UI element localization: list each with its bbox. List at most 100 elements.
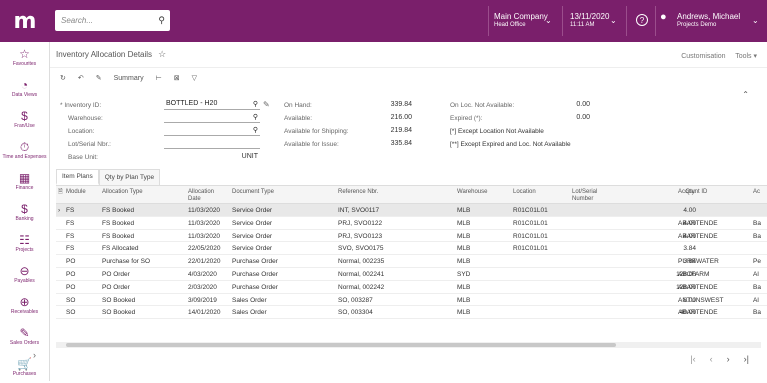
expired-value: 0.00 <box>576 114 590 121</box>
table-row[interactable]: SO SO Booked 14/01/2020 Sales Order SO, 0033… <box>56 306 767 320</box>
grid-header: 🗎 Module Allocation Type Allocation Date… <box>56 186 767 204</box>
table-row[interactable]: FS FS Booked 11/03/2020 Service Order PRJ, S… <box>56 217 767 230</box>
chevron-down-icon[interactable]: ⌄ <box>610 16 617 25</box>
favourite-star-icon[interactable]: ☆ <box>158 49 166 60</box>
allocation-grid: 🗎 Module Allocation Type Allocation Date… <box>56 185 767 342</box>
chevron-down-icon[interactable]: ⌄ <box>752 16 759 25</box>
table-cell: INT, SVO0117 <box>338 207 380 214</box>
customisation-link[interactable]: Customisation <box>681 53 725 60</box>
table-row[interactable]: SO SO Booked 3/09/2019 Sales Order SO, 00328… <box>56 294 767 307</box>
first-page-button[interactable]: |‹ <box>690 354 695 364</box>
sidebar-item-label: Favourites <box>12 61 37 67</box>
scrollbar-thumb[interactable] <box>66 343 616 347</box>
sidebar-item-payables[interactable]: ⊖ Payables <box>0 259 49 290</box>
available-shipping-value: 219.84 <box>390 127 412 134</box>
table-row[interactable]: PO PO Order 2/03/2020 Purchase Order Normal,… <box>56 281 767 294</box>
pencil-icon[interactable]: ✎ <box>96 74 102 82</box>
table-cell: R01C01L01 <box>513 232 548 240</box>
table-cell: ABARTENDE <box>678 232 718 240</box>
col-lot-serial[interactable]: Lot/Serial Number <box>572 189 612 203</box>
summary-button[interactable]: Summary <box>114 75 144 82</box>
table-cell: ANTUNSWEST <box>678 296 724 304</box>
help-icon[interactable]: ? <box>636 14 648 26</box>
inventory-id-field[interactable]: BOTTLED - H20 ⚲ <box>164 100 260 110</box>
table-cell: SYD <box>457 270 471 278</box>
filter-icon[interactable]: ▽ <box>192 74 197 82</box>
edit-inventory-icon[interactable]: ✎ <box>263 100 270 109</box>
table-cell: Sales Order <box>232 309 267 317</box>
warehouse-field[interactable]: ⚲ <box>164 113 260 123</box>
table-cell: Purchase Order <box>232 270 278 278</box>
search-icon[interactable]: ⚲ <box>253 100 258 108</box>
company-selector[interactable]: Main Company Head Office <box>494 12 548 30</box>
table-cell: Al <box>753 296 759 304</box>
tools-menu[interactable]: Tools ▾ <box>735 53 757 60</box>
sidebar-item-time-expenses[interactable]: ⏱ Time and Expenses <box>0 135 49 166</box>
table-cell: MLB <box>457 207 471 214</box>
tab-item-plans[interactable]: Item Plans <box>56 169 99 185</box>
table-cell: 14/01/2020 <box>188 309 221 317</box>
table-cell: ABARTENDE <box>678 309 718 317</box>
table-row[interactable]: › FS FS Booked 11/03/2020 Service Order INT, … <box>56 204 767 217</box>
business-time: 11:11 AM <box>570 22 595 28</box>
prev-page-button[interactable]: ‹ <box>710 354 713 364</box>
sidebar-item-projects[interactable]: ☷ Projects <box>0 228 49 259</box>
app-logo[interactable]: m <box>0 0 50 42</box>
table-cell: SO <box>66 296 76 304</box>
search-icon[interactable]: ⚲ <box>158 15 165 26</box>
sidebar-item-receivables[interactable]: ⊕ Receivables <box>0 290 49 321</box>
search-icon[interactable]: ⚲ <box>253 126 258 134</box>
search-input[interactable]: Search... ⚲ <box>55 10 170 31</box>
col-allocation-date[interactable]: Allocation Date <box>188 189 218 203</box>
sidebar-item-sales-orders[interactable]: ✎ Sales Orders <box>0 321 49 352</box>
available-issue-label: Available for Issue: <box>284 141 339 148</box>
table-row[interactable]: FS FS Allocated 22/05/2020 Service Order SVO… <box>56 242 767 256</box>
page-title: Inventory Allocation Details <box>56 50 153 59</box>
sidebar-item-purchases[interactable]: 🛒 Purchases <box>0 352 49 383</box>
col-allocation-type[interactable]: Allocation Type <box>102 189 143 196</box>
col-account-id[interactable]: Account ID <box>678 189 707 196</box>
sidebar-collapse-button[interactable]: › <box>33 350 36 360</box>
available-shipping-label: Available for Shipping: <box>284 128 349 135</box>
undo-icon[interactable]: ↶ <box>78 74 84 82</box>
row-selector-icon[interactable]: › <box>58 207 60 214</box>
refresh-icon[interactable]: ↻ <box>60 74 66 82</box>
col-ac[interactable]: Ac <box>753 189 760 196</box>
table-cell: Ba <box>753 309 761 317</box>
sidebar-item-label: Data Views <box>11 92 38 98</box>
table-cell: R01C01L01 <box>513 207 548 214</box>
col-reference-nbr[interactable]: Reference Nbr. <box>338 189 378 196</box>
next-page-button[interactable]: › <box>727 354 730 364</box>
horizontal-scrollbar[interactable] <box>56 342 761 348</box>
user-menu[interactable]: Andrews, Michael Projects Demo <box>677 12 740 30</box>
sidebar-item-finance[interactable]: ▦ Finance <box>0 166 49 197</box>
table-row[interactable]: PO PO Order 4/03/2020 Purchase Order Normal,… <box>56 268 767 281</box>
available-label: Available: <box>284 115 313 122</box>
table-row[interactable]: PO Purchase for SO 22/01/2020 Purchase Orde… <box>56 255 767 268</box>
sidebar-item-banking[interactable]: $ Banking <box>0 197 49 228</box>
col-location[interactable]: Location <box>513 189 536 196</box>
col-warehouse[interactable]: Warehouse <box>457 189 487 196</box>
col-document-type[interactable]: Document Type <box>232 189 274 196</box>
sidebar-item-favourites[interactable]: ☆ Favourites <box>0 42 49 73</box>
sidebar-item-fran-use[interactable]: $ Fran/Use <box>0 104 49 135</box>
export-excel-icon[interactable]: ⊠ <box>174 74 180 82</box>
chevron-down-icon[interactable]: ⌄ <box>545 16 552 25</box>
last-page-button[interactable]: ›| <box>744 354 749 364</box>
search-placeholder: Search... <box>61 16 94 25</box>
table-cell: Purchase for SO <box>102 258 151 266</box>
col-module[interactable]: Module <box>66 189 86 196</box>
location-field[interactable]: ⚲ <box>164 126 260 136</box>
sidebar-item-label: Time and Expenses <box>2 154 47 160</box>
lot-serial-field[interactable] <box>164 139 260 149</box>
fit-columns-icon[interactable]: ⊢ <box>156 74 162 82</box>
date-selector[interactable]: 13/11/2020 11:11 AM <box>570 12 609 30</box>
calculator-icon: ▦ <box>18 171 31 185</box>
divider <box>655 6 656 36</box>
table-cell: Service Order <box>232 245 273 253</box>
tab-qty-by-plan-type[interactable]: Qty by Plan Type <box>98 169 161 185</box>
search-icon[interactable]: ⚲ <box>253 113 258 121</box>
table-row[interactable]: FS FS Booked 11/03/2020 Service Order PRJ, S… <box>56 230 767 243</box>
user-icon: ● <box>660 11 667 23</box>
sidebar-item-data-views[interactable]: ◔ Data Views <box>0 73 49 104</box>
